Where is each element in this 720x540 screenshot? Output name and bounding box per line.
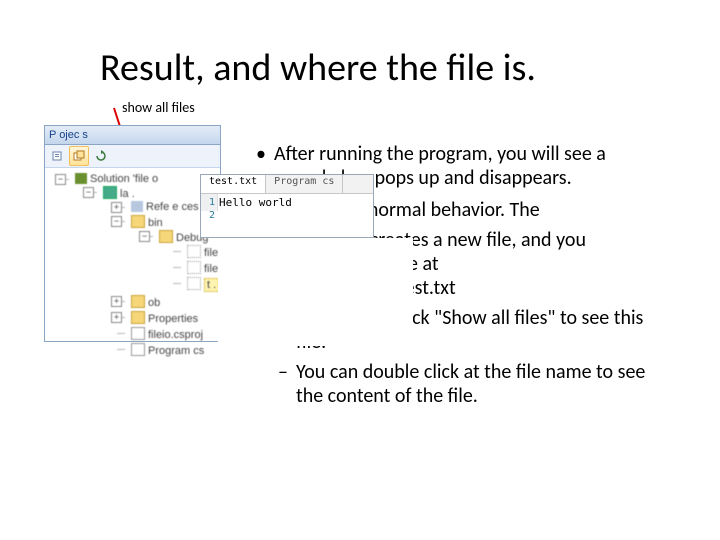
editor-tab-testtxt[interactable]: test.txt	[201, 175, 266, 193]
tree-properties[interactable]: Properties	[117, 310, 218, 326]
tree-label: ob	[148, 297, 160, 309]
refresh-button[interactable]	[91, 146, 111, 166]
editor-body[interactable]: 12 Hello world	[201, 194, 373, 211]
tree-label: Solution 'file o	[90, 173, 158, 185]
file-icon	[131, 327, 145, 340]
editor-tabstrip: test.txt Program cs	[201, 175, 373, 194]
show-all-files-icon	[73, 150, 85, 162]
properties-button[interactable]	[47, 146, 67, 166]
tree-project[interactable]: la . Refe e ces bin Debug fileio exe fil…	[89, 185, 218, 359]
tree-debug[interactable]: Debug fileio exe fileio pdb t .	[145, 229, 218, 293]
file-icon	[187, 245, 201, 258]
tree-label: t .	[204, 278, 219, 292]
refresh-icon	[95, 150, 107, 162]
slide-title: Result, and where the file is.	[100, 45, 536, 91]
editor-gutter: 12	[201, 194, 218, 211]
folder-icon	[131, 295, 145, 308]
solution-icon	[75, 173, 87, 184]
tree-label: la .	[120, 188, 135, 200]
tree-file[interactable]: fileio.csproj	[117, 326, 218, 342]
callout-label: show all files	[122, 99, 195, 116]
tree-file[interactable]: fileio pdb	[173, 260, 218, 276]
tree-label: Properties	[148, 313, 198, 325]
tree-file-selected[interactable]: t .	[173, 276, 218, 292]
editor-line: Hello world	[219, 196, 373, 209]
tree-label: fileio.csproj	[148, 329, 203, 341]
properties-icon	[51, 150, 63, 162]
folder-icon	[131, 215, 145, 228]
tree-label: Refe e ces	[146, 201, 199, 213]
solution-tree[interactable]: Solution 'file o la . Refe e ces bin Deb…	[45, 168, 220, 364]
file-icon	[187, 261, 201, 274]
solution-explorer-panel: P ojec s Solution 'file o la . Refe e ce…	[44, 125, 221, 342]
panel-header: P ojec s	[45, 126, 220, 145]
tree-file[interactable]: fileio exe	[173, 244, 218, 260]
folder-icon	[131, 311, 145, 324]
project-icon	[103, 186, 117, 199]
panel-toolbar	[45, 145, 220, 168]
tree-label: Program cs	[148, 345, 204, 357]
tree-obj[interactable]: ob	[117, 294, 218, 310]
show-all-files-button[interactable]	[69, 146, 89, 166]
references-icon	[131, 201, 143, 212]
text-editor: test.txt Program cs 12 Hello world	[200, 174, 374, 238]
tree-label: bin	[148, 217, 163, 229]
file-icon	[131, 343, 145, 356]
file-icon	[187, 277, 201, 290]
bullet-4: You can double click at the file name to…	[252, 360, 672, 408]
editor-tab-programcs[interactable]: Program cs	[266, 175, 343, 193]
folder-icon	[159, 230, 173, 243]
tree-solution[interactable]: Solution 'file o la . Refe e ces bin Deb…	[61, 172, 218, 360]
tree-file[interactable]: Program cs	[117, 342, 218, 358]
